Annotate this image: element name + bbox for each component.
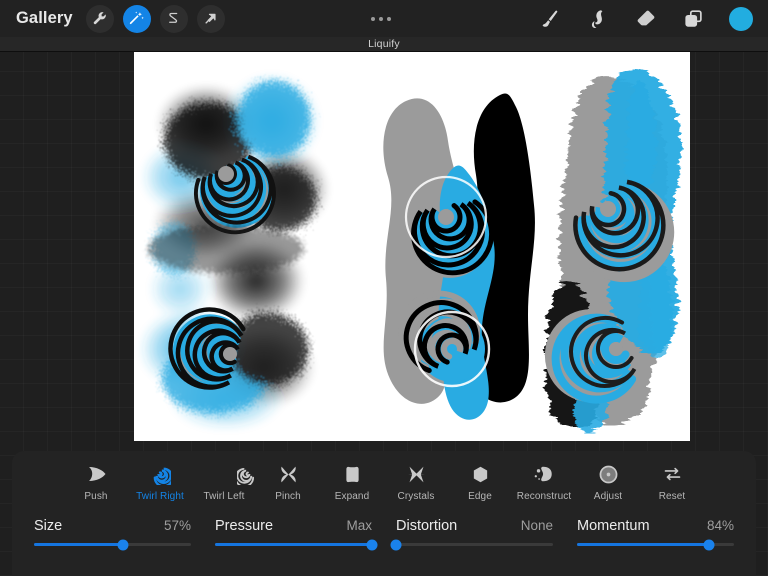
twirl-right-icon xyxy=(149,463,171,485)
slider-momentum[interactable]: Momentum 84% xyxy=(565,518,746,550)
slider-track[interactable] xyxy=(34,539,191,550)
liquify-tool-label: Twirl Left xyxy=(203,491,245,502)
liquify-tool-reset[interactable]: Reset xyxy=(640,463,704,502)
liquify-titlebar: Liquify xyxy=(0,37,768,52)
liquify-tool-label: Twirl Right xyxy=(136,491,184,502)
liquify-tool-label: Edge xyxy=(468,491,492,502)
slider-label: Distortion xyxy=(396,518,458,534)
slider-thumb[interactable] xyxy=(390,539,402,550)
procreate-app-window: Gallery Liquify Push Twirl Right Twirl L… xyxy=(0,0,768,576)
top-toolbar: Gallery xyxy=(0,0,768,37)
slider-distortion[interactable]: Distortion None xyxy=(384,518,565,550)
more-dots-icon[interactable] xyxy=(370,16,391,21)
edge-icon xyxy=(471,463,490,485)
slider-size[interactable]: Size 57% xyxy=(22,518,203,550)
slider-label: Momentum xyxy=(577,518,650,534)
liquify-tool-label: Crystals xyxy=(397,491,435,502)
liquify-tool-label: Reconstruct xyxy=(516,491,572,502)
slider-value: None xyxy=(520,518,553,533)
reconstruct-icon xyxy=(533,463,555,485)
slider-header: Distortion None xyxy=(396,518,553,534)
page-title: Liquify xyxy=(368,38,400,50)
slider-track[interactable] xyxy=(215,539,378,550)
slider-thumb[interactable] xyxy=(366,539,378,550)
eraser-icon[interactable] xyxy=(633,6,659,32)
liquify-control-panel: Push Twirl Right Twirl Left Pinch Expand… xyxy=(12,451,756,576)
twirl-left-icon xyxy=(213,463,255,485)
slider-value: Max xyxy=(346,518,372,533)
liquify-sliders-row: Size 57% Pressure Max Distortion None Mo… xyxy=(12,502,756,550)
top-toolbar-left-group: Gallery xyxy=(0,4,225,33)
pinch-icon xyxy=(278,463,299,485)
color-swatch[interactable] xyxy=(729,6,753,31)
slider-label: Pressure xyxy=(215,518,274,534)
liquify-tools-row: Push Twirl Right Twirl Left Pinch Expand… xyxy=(12,451,756,502)
slider-thumb[interactable] xyxy=(703,539,715,550)
liquify-tool-label: Adjust xyxy=(593,491,623,502)
reset-icon xyxy=(662,463,683,485)
liquify-tool-push[interactable]: Push xyxy=(64,463,128,502)
top-toolbar-center-group xyxy=(225,16,537,21)
paintbrush-icon[interactable] xyxy=(537,6,563,32)
selection-s-icon[interactable] xyxy=(159,4,188,33)
slider-track[interactable] xyxy=(577,539,734,550)
slider-header: Momentum 84% xyxy=(577,518,734,534)
artwork-canvas[interactable] xyxy=(134,49,690,441)
magic-wand-icon[interactable] xyxy=(122,4,151,33)
liquify-tool-label: Reset xyxy=(658,491,686,502)
liquify-tool-label: Push xyxy=(84,491,108,502)
slider-fill xyxy=(215,543,372,546)
smudge-icon[interactable] xyxy=(585,6,611,32)
slider-value: 84% xyxy=(706,518,734,533)
slider-label: Size xyxy=(34,518,63,534)
slider-fill xyxy=(577,543,709,546)
slider-pressure[interactable]: Pressure Max xyxy=(203,518,384,550)
expand-icon xyxy=(342,463,363,485)
slider-track[interactable] xyxy=(390,539,553,550)
artwork-image xyxy=(134,49,690,441)
slider-header: Size 57% xyxy=(34,518,191,534)
liquify-tool-label: Expand xyxy=(334,491,370,502)
wrench-icon[interactable] xyxy=(85,4,114,33)
liquify-tool-crystals[interactable]: Crystals xyxy=(384,463,448,502)
liquify-tool-twirl-left[interactable]: Twirl Left xyxy=(192,463,256,502)
slider-value: 57% xyxy=(163,518,191,533)
slider-header: Pressure Max xyxy=(215,518,372,534)
liquify-tool-twirl-right[interactable]: Twirl Right xyxy=(128,463,192,502)
liquify-tool-reconstruct[interactable]: Reconstruct xyxy=(512,463,576,502)
slider-fill xyxy=(34,543,124,546)
crystals-icon xyxy=(406,463,427,485)
push-icon xyxy=(84,463,108,485)
slider-thumb[interactable] xyxy=(117,539,129,550)
liquify-tool-edge[interactable]: Edge xyxy=(448,463,512,502)
liquify-tool-adjust[interactable]: Adjust xyxy=(576,463,640,502)
transform-arrow-icon[interactable] xyxy=(196,4,225,33)
adjust-icon xyxy=(598,463,619,485)
gallery-button[interactable]: Gallery xyxy=(12,7,77,30)
layers-icon[interactable] xyxy=(681,6,707,32)
top-toolbar-right-group xyxy=(537,6,768,32)
liquify-tool-label: Pinch xyxy=(275,491,301,502)
liquify-tool-pinch[interactable]: Pinch xyxy=(256,463,320,502)
liquify-tool-expand[interactable]: Expand xyxy=(320,463,384,502)
